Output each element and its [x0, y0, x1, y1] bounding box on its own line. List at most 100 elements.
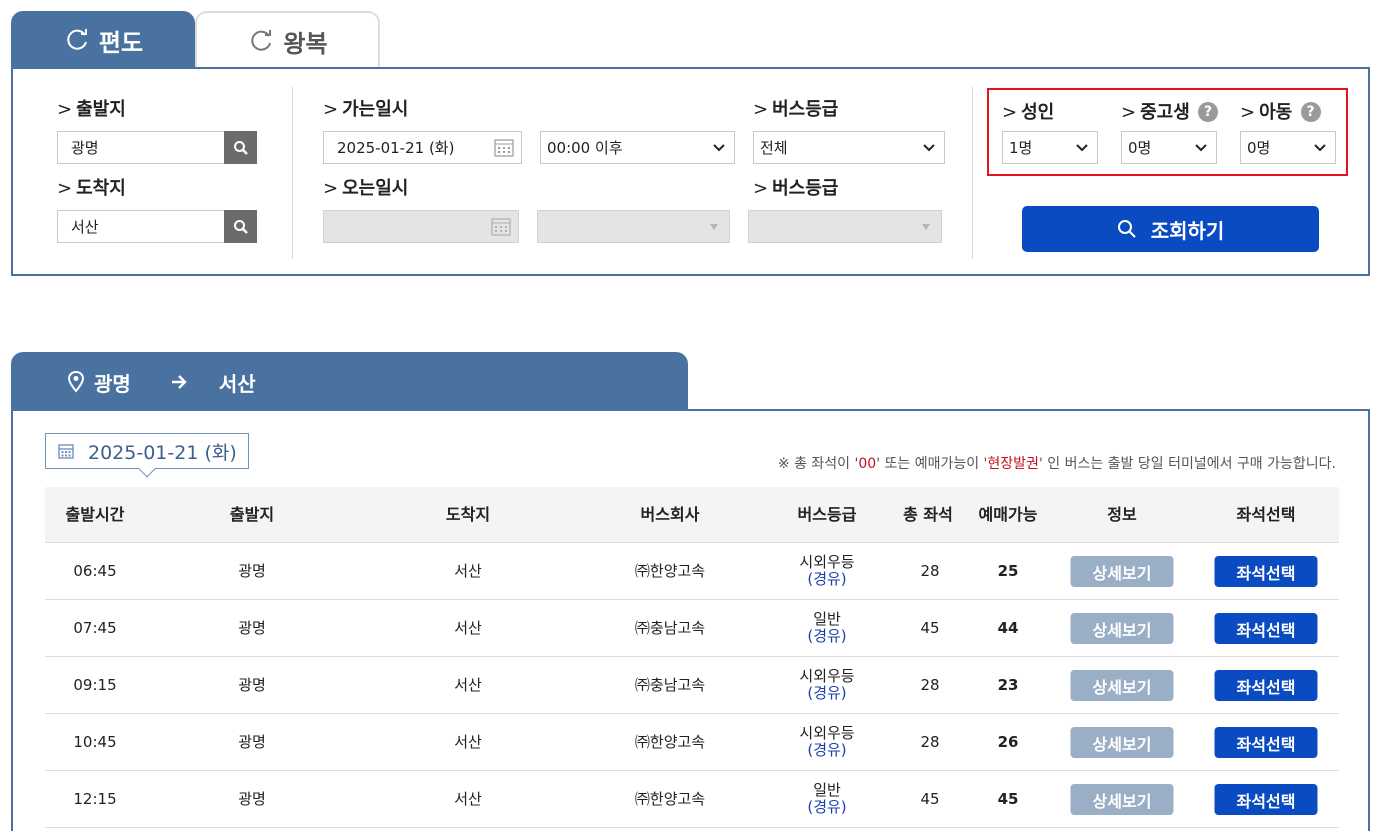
return-time-select[interactable] [537, 210, 730, 243]
tab-roundtrip[interactable]: 왕복 [195, 11, 380, 69]
seat-select-button[interactable]: 좌석선택 [1214, 613, 1318, 644]
column-header: 도착지 [445, 505, 491, 524]
arrival-terminal: 서산 [454, 619, 482, 637]
go-time-select[interactable]: 00:00 이후 [540, 131, 735, 164]
table-row: 10:45 광명 서산 ㈜한양고속 시외우등 (경유) 28 26 상세보기 좌석… [45, 714, 1339, 771]
arrow-right-icon [171, 375, 187, 389]
search-icon [1117, 220, 1136, 238]
child-select[interactable]: 0명 [1240, 131, 1336, 164]
date-chip: 2025-01-21 (화) [45, 433, 249, 478]
detail-button[interactable]: 상세보기 [1070, 784, 1174, 815]
detail-button[interactable]: 상세보기 [1070, 613, 1174, 644]
help-icon[interactable]: ? [1300, 102, 1321, 122]
go-time-value: 00:00 이후 [547, 139, 623, 157]
student-label: > 중고생 ? [1121, 98, 1219, 124]
column-header: 버스회사 [640, 505, 700, 524]
caret-down-icon [911, 223, 941, 230]
departure-terminal: 광명 [238, 790, 266, 808]
bus-grade: 시외우등 (경유) [799, 667, 855, 702]
refresh-icon [67, 29, 87, 50]
departure-time: 09:15 [73, 676, 117, 694]
bus-grade: 일반 (경유) [807, 610, 847, 645]
detail-button[interactable]: 상세보기 [1070, 727, 1174, 758]
bus-company: ㈜한양고속 [634, 562, 706, 580]
bus-grade-select[interactable]: 전체 [753, 131, 945, 164]
bus-grade: 시외우등 (경유) [799, 724, 855, 759]
bus-company: ㈜한양고속 [634, 790, 706, 808]
departure-field[interactable]: 광명 [57, 131, 257, 164]
total-seats: 45 [920, 790, 940, 808]
column-header: 출발시간 [65, 505, 125, 524]
query-button-label: 조회하기 [1150, 218, 1225, 243]
help-icon[interactable]: ? [1198, 102, 1219, 122]
total-seats: 28 [920, 733, 940, 751]
bus-company: ㈜충남고속 [634, 676, 706, 694]
query-button[interactable]: 조회하기 [1022, 206, 1319, 252]
notice-text: ※ 총 좌석이 '00' 또는 예매가능이 '현장발권' 인 버스는 출발 당일… [777, 456, 1336, 472]
adult-select[interactable]: 1명 [1002, 131, 1098, 164]
student-value: 0명 [1128, 139, 1152, 157]
available-seats: 25 [997, 562, 1019, 580]
arrival-terminal: 서산 [454, 790, 482, 808]
tab-oneway[interactable]: 편도 [11, 11, 195, 69]
tab-oneway-label: 편도 [98, 28, 144, 57]
arrival-terminal: 서산 [454, 562, 482, 580]
return-bus-grade-select[interactable] [748, 210, 942, 243]
results-panel: 2025-01-21 (화) ※ 총 좌석이 '00' 또는 예매가능이 '현장… [11, 409, 1370, 831]
detail-button[interactable]: 상세보기 [1070, 556, 1174, 587]
adult-label: > 성인 [1002, 102, 1055, 123]
column-header: 출발지 [229, 505, 275, 524]
bus-grade-label: > 버스등급 [753, 99, 839, 120]
departure-value: 광명 [71, 139, 99, 157]
go-date-value: 2025-01-21 (화) [337, 139, 455, 157]
arrival-field[interactable]: 서산 [57, 210, 257, 243]
column-header: 총 좌석 [903, 505, 953, 524]
search-icon [233, 140, 248, 155]
search-icon [233, 219, 248, 234]
divider [292, 87, 293, 259]
total-seats: 28 [920, 676, 940, 694]
departure-search-button[interactable] [224, 131, 257, 164]
detail-button[interactable]: 상세보기 [1070, 670, 1174, 701]
column-header: 정보 [1107, 505, 1137, 524]
child-value: 0명 [1247, 139, 1271, 157]
available-seats: 44 [997, 619, 1019, 637]
arrival-search-button[interactable] [224, 210, 257, 243]
seat-select-button[interactable]: 좌석선택 [1214, 727, 1318, 758]
student-select[interactable]: 0명 [1121, 131, 1217, 164]
total-seats: 28 [920, 562, 940, 580]
departure-time: 06:45 [73, 562, 117, 580]
chevron-down-icon [1067, 143, 1097, 152]
route-header: 광명 서산 [11, 352, 688, 412]
calendar-icon[interactable] [487, 138, 521, 157]
return-date-field[interactable] [323, 210, 519, 243]
departure-terminal: 광명 [238, 733, 266, 751]
seat-select-button[interactable]: 좌석선택 [1214, 556, 1318, 587]
column-header: 버스등급 [797, 505, 857, 524]
seat-select-button[interactable]: 좌석선택 [1214, 670, 1318, 701]
bus-grade: 일반 (경유) [807, 781, 847, 816]
bus-grade-value: 전체 [760, 139, 788, 157]
go-date-label: > 가는일시 [323, 99, 409, 120]
seat-select-button[interactable]: 좌석선택 [1214, 784, 1318, 815]
bus-grade: 시외우등 (경유) [799, 553, 855, 588]
date-chip-label: 2025-01-21 (화) [88, 441, 237, 464]
go-date-field[interactable]: 2025-01-21 (화) [323, 131, 522, 164]
refresh-icon [251, 30, 272, 51]
departure-time: 10:45 [73, 733, 117, 751]
table-row: 06:45 광명 서산 ㈜한양고속 시외우등 (경유) 28 25 상세보기 좌석… [45, 543, 1339, 600]
available-seats: 45 [997, 790, 1019, 808]
return-bus-grade-label: > 버스등급 [753, 178, 839, 199]
column-header: 예매가능 [978, 505, 1038, 524]
bus-company: ㈜한양고속 [634, 733, 706, 751]
arrival-terminal: 서산 [454, 676, 482, 694]
chevron-down-icon [1305, 143, 1335, 152]
search-panel: > 출발지 광명 > 도착지 서산 > 가는일시 2025-01-21 (화) 00:… [11, 67, 1370, 276]
departure-label: > 출발지 [57, 99, 126, 120]
arrival-terminal: 서산 [454, 733, 482, 751]
table-row: 12:15 광명 서산 ㈜한양고속 일반 (경유) 45 45 상세보기 좌석선택 [45, 771, 1339, 828]
departure-terminal: 광명 [238, 562, 266, 580]
departure-terminal: 광명 [238, 619, 266, 637]
location-pin-icon [68, 371, 84, 393]
arrival-label: > 도착지 [57, 178, 126, 199]
